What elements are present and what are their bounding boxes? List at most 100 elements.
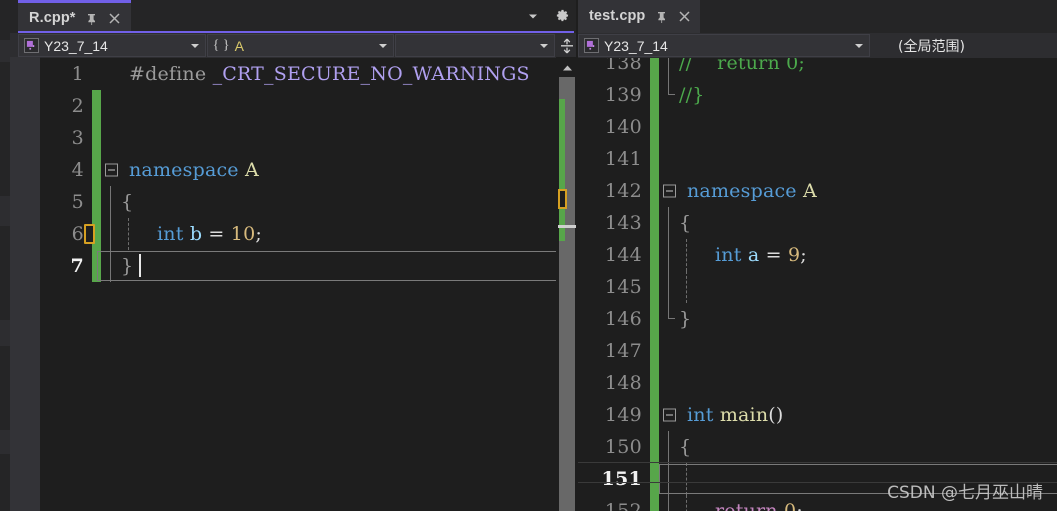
- scope-selector-right[interactable]: (全局范围): [870, 34, 1054, 57]
- project-selector-left[interactable]: Y23_7_14: [18, 34, 206, 57]
- code-token: int: [687, 404, 714, 426]
- scrollbar-thumb[interactable]: [558, 225, 578, 228]
- code-line[interactable]: 148: [578, 367, 1057, 399]
- chevron-down-icon: [379, 43, 388, 48]
- code-line[interactable]: 1 #define _CRT_SECURE_NO_WARNINGS: [40, 58, 578, 90]
- code-line[interactable]: 149 int main(): [578, 399, 1057, 431]
- code-line[interactable]: 150 {: [578, 431, 1057, 463]
- code-line-content[interactable]: #define _CRT_SECURE_NO_WARNINGS: [101, 58, 578, 90]
- project-selector-value: Y23_7_14: [604, 37, 668, 54]
- line-number: 139: [604, 84, 642, 106]
- code-line[interactable]: 5{: [40, 186, 578, 218]
- code-line[interactable]: 140: [578, 111, 1057, 143]
- tab-r-cpp[interactable]: R.cpp*: [18, 0, 131, 33]
- code-text: int main(): [665, 404, 784, 426]
- editor-pane-left: R.cpp* Y23_7_14 {} A 1 #define _CRT_SEC…: [0, 0, 578, 511]
- code-token: {: [121, 191, 134, 213]
- code-line[interactable]: 3: [40, 122, 578, 154]
- code-line-content[interactable]: }: [97, 250, 578, 282]
- code-line[interactable]: 138 // return 0;: [578, 58, 1057, 79]
- code-token: 0: [783, 500, 797, 511]
- member-selector-left[interactable]: [395, 34, 556, 57]
- code-token: _CRT_SECURE_NO_WARNINGS: [212, 63, 530, 85]
- change-bar: [92, 122, 101, 154]
- code-token: int: [157, 223, 184, 245]
- code-line[interactable]: 6 int b = 10;: [40, 218, 578, 250]
- code-token: namespace: [687, 180, 797, 202]
- code-line-content[interactable]: //}: [659, 79, 1057, 111]
- code-line[interactable]: 142 namespace A: [578, 175, 1057, 207]
- code-line-content[interactable]: {: [659, 207, 1057, 239]
- code-editor-right[interactable]: 138 // return 0; 139 //} 140 141 142 namespace …: [578, 58, 1057, 511]
- scroll-up-icon[interactable]: [559, 61, 575, 74]
- code-line[interactable]: 147: [578, 335, 1057, 367]
- code-line[interactable]: 4 namespace A: [40, 154, 578, 186]
- pin-icon[interactable]: [654, 10, 668, 24]
- code-token: A: [803, 180, 817, 202]
- code-line-content[interactable]: int b = 10;: [101, 218, 578, 250]
- change-bar: [92, 186, 101, 218]
- code-line[interactable]: 139 //}: [578, 79, 1057, 111]
- gear-icon[interactable]: [554, 8, 570, 24]
- collapse-minus-icon[interactable]: [663, 184, 676, 198]
- code-line-content[interactable]: [101, 90, 578, 122]
- code-token: ;: [800, 244, 807, 266]
- code-line-content[interactable]: [659, 143, 1057, 175]
- code-line-content[interactable]: int a = 9;: [659, 239, 1057, 271]
- change-bar: [650, 335, 659, 367]
- vertical-scrollbar-left[interactable]: [556, 57, 578, 511]
- line-number: 5: [71, 191, 84, 213]
- code-line-content[interactable]: [659, 111, 1057, 143]
- code-line-content[interactable]: int main(): [659, 399, 1057, 431]
- code-token: =: [202, 223, 231, 245]
- code-line[interactable]: 144 int a = 9;: [578, 239, 1057, 271]
- code-line-content[interactable]: namespace A: [101, 154, 578, 186]
- code-token: A: [245, 159, 259, 181]
- split-view-icon[interactable]: [558, 33, 575, 58]
- indent-guide: [686, 239, 688, 271]
- indent-guide: [110, 250, 111, 282]
- code-line[interactable]: 145: [578, 271, 1057, 303]
- code-line[interactable]: 2: [40, 90, 578, 122]
- indent-guide: [668, 495, 669, 511]
- code-line[interactable]: 146}: [578, 303, 1057, 335]
- close-icon[interactable]: [677, 10, 691, 24]
- code-line-content[interactable]: [659, 271, 1057, 303]
- tab-test-cpp[interactable]: test.cpp: [578, 0, 701, 33]
- scope-selector-left[interactable]: { } A: [206, 34, 395, 57]
- change-bar: [92, 154, 101, 186]
- scrollbar-track[interactable]: [558, 77, 578, 511]
- indent-guide: [668, 271, 669, 303]
- indent-guide: [668, 303, 675, 319]
- code-line-content[interactable]: {: [101, 186, 578, 218]
- code-line-content[interactable]: [659, 367, 1057, 399]
- indent-guide: [668, 239, 669, 271]
- code-line[interactable]: 141: [578, 143, 1057, 175]
- code-line[interactable]: 7}: [40, 250, 578, 282]
- code-line-content[interactable]: namespace A: [659, 175, 1057, 207]
- indent-guide: [110, 218, 111, 250]
- code-line-content[interactable]: }: [659, 303, 1057, 335]
- pin-icon[interactable]: [85, 11, 99, 25]
- pane-divider[interactable]: [576, 0, 578, 511]
- collapse-minus-icon[interactable]: [105, 163, 118, 177]
- close-icon[interactable]: [108, 11, 122, 25]
- project-selector-right[interactable]: Y23_7_14: [578, 34, 870, 57]
- line-number: 145: [604, 276, 642, 298]
- code-editor-left[interactable]: 1 #define _CRT_SECURE_NO_WARNINGS 2 3 4 names…: [40, 58, 578, 511]
- code-line[interactable]: 143 {: [578, 207, 1057, 239]
- collapse-minus-icon[interactable]: [663, 408, 676, 422]
- line-number: 151: [601, 468, 642, 490]
- code-line-content[interactable]: [659, 335, 1057, 367]
- change-bar: [650, 143, 659, 175]
- code-line-content[interactable]: [101, 122, 578, 154]
- code-line-content[interactable]: {: [659, 431, 1057, 463]
- code-token: 10: [230, 223, 256, 245]
- line-number: 146: [604, 308, 642, 330]
- project-plus-icon: [584, 38, 599, 53]
- bookmark-marker[interactable]: [84, 224, 95, 244]
- code-line-content[interactable]: // return 0;: [659, 58, 1057, 79]
- line-number: 152: [604, 500, 642, 511]
- chevron-down-icon[interactable]: [525, 8, 541, 24]
- indent-guide: [668, 79, 675, 95]
